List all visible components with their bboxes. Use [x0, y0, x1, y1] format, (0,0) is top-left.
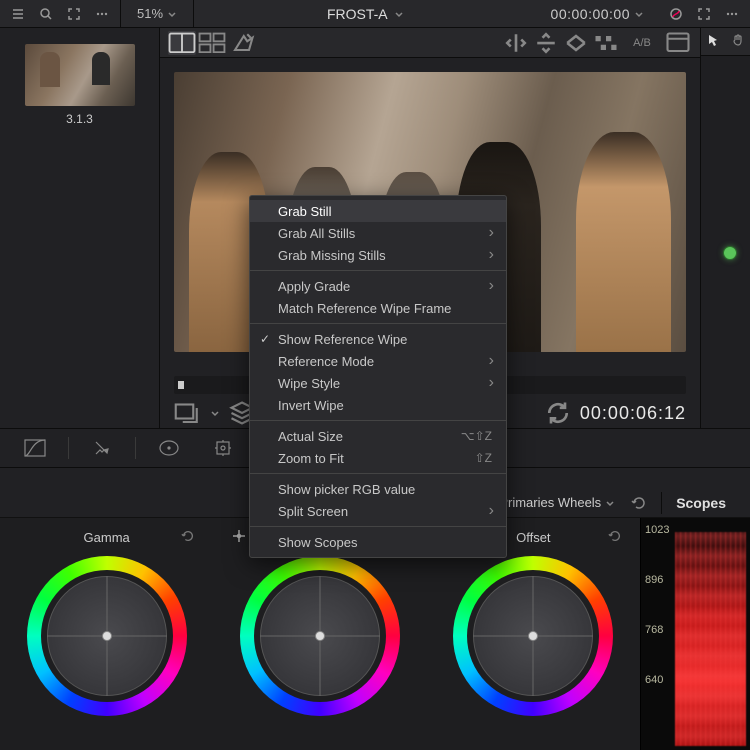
- clip-name[interactable]: FROST-A: [194, 6, 537, 22]
- still-thumbnail[interactable]: 3.1.3: [25, 44, 135, 126]
- more-icon[interactable]: [88, 0, 116, 28]
- image-wipe-icon[interactable]: [168, 31, 196, 55]
- waveform-display: [675, 532, 746, 746]
- menu-item[interactable]: Grab Still: [250, 200, 506, 222]
- context-menu: Grab StillGrab All StillsGrab Missing St…: [249, 195, 507, 558]
- menu-item[interactable]: Split Screen: [250, 500, 506, 522]
- bypass-icon[interactable]: [662, 0, 690, 28]
- viewer-toolbar: A/B: [160, 28, 700, 58]
- menu-item[interactable]: Apply Grade: [250, 275, 506, 297]
- wipe-diagonal-icon[interactable]: [562, 31, 590, 55]
- zoom-percentage[interactable]: 51%: [125, 6, 189, 21]
- highlight-icon[interactable]: [228, 31, 256, 55]
- menu-item[interactable]: Zoom to Fit⇧Z: [250, 447, 506, 469]
- menu-item[interactable]: Show Scopes: [250, 531, 506, 553]
- menu-item[interactable]: Invert Wipe: [250, 394, 506, 416]
- node-panel: [700, 28, 750, 428]
- menu-item[interactable]: Match Reference Wipe Frame: [250, 297, 506, 319]
- qualifier-palette-icon[interactable]: [77, 432, 127, 464]
- curves-palette-icon[interactable]: [10, 432, 60, 464]
- top-toolbar: 51% FROST-A 00:00:00:00: [0, 0, 750, 28]
- menu-item[interactable]: Show picker RGB value: [250, 478, 506, 500]
- menu-item[interactable]: Reference Mode: [250, 350, 506, 372]
- thumbnail-image: [25, 44, 135, 106]
- thumbnail-label: 3.1.3: [66, 112, 93, 126]
- viewer-timecode: 00:00:06:12: [580, 403, 686, 424]
- primaries-reset-icon[interactable]: [625, 491, 653, 515]
- checker-icon[interactable]: [592, 31, 620, 55]
- color-wheel[interactable]: [240, 556, 400, 716]
- menu-item[interactable]: Grab All Stills: [250, 222, 506, 244]
- list-view-icon[interactable]: [4, 0, 32, 28]
- scopes-title: Scopes: [666, 495, 736, 511]
- ab-toggle[interactable]: A/B: [622, 31, 662, 55]
- scope-axis-label: 768: [645, 624, 663, 636]
- scope-axis-label: 896: [645, 574, 663, 586]
- loop-icon[interactable]: [544, 401, 572, 425]
- wipe-vertical-icon[interactable]: [532, 31, 560, 55]
- scopes-panel[interactable]: 1023 896 768 640: [640, 518, 750, 750]
- tracking-palette-icon[interactable]: [198, 432, 248, 464]
- unmix-icon[interactable]: [174, 401, 202, 425]
- picker-icon[interactable]: [231, 528, 247, 547]
- more-icon-2[interactable]: [718, 0, 746, 28]
- color-wheel[interactable]: [27, 556, 187, 716]
- wheel-reset-icon[interactable]: [608, 529, 622, 546]
- split-view-icon[interactable]: [198, 31, 226, 55]
- wheel-reset-icon[interactable]: [181, 529, 195, 546]
- gallery-mode-icon[interactable]: [664, 31, 692, 55]
- search-icon[interactable]: [32, 0, 60, 28]
- arrow-tool-icon[interactable]: [706, 33, 720, 50]
- fullscreen-icon[interactable]: [690, 0, 718, 28]
- node-indicator[interactable]: [723, 246, 737, 260]
- menu-item[interactable]: Wipe Style: [250, 372, 506, 394]
- scope-axis-label: 1023: [645, 524, 669, 536]
- menu-item[interactable]: Grab Missing Stills: [250, 244, 506, 266]
- wheel-label: Offset: [516, 530, 550, 545]
- wheel-gamma: Gamma: [0, 518, 213, 750]
- expand-icon[interactable]: [60, 0, 88, 28]
- wipe-horizontal-icon[interactable]: [502, 31, 530, 55]
- gallery-panel: 3.1.3: [0, 28, 160, 428]
- wheel-label: Gamma: [84, 530, 130, 545]
- menu-item[interactable]: Actual Size⌥⇧Z: [250, 425, 506, 447]
- timecode-top[interactable]: 00:00:00:00: [537, 6, 658, 22]
- hand-tool-icon[interactable]: [731, 33, 745, 50]
- scope-axis-label: 640: [645, 674, 663, 686]
- window-palette-icon[interactable]: [144, 432, 194, 464]
- color-wheel[interactable]: [453, 556, 613, 716]
- menu-item[interactable]: Show Reference Wipe: [250, 328, 506, 350]
- primaries-mode-dropdown[interactable]: Primaries Wheels: [489, 495, 625, 510]
